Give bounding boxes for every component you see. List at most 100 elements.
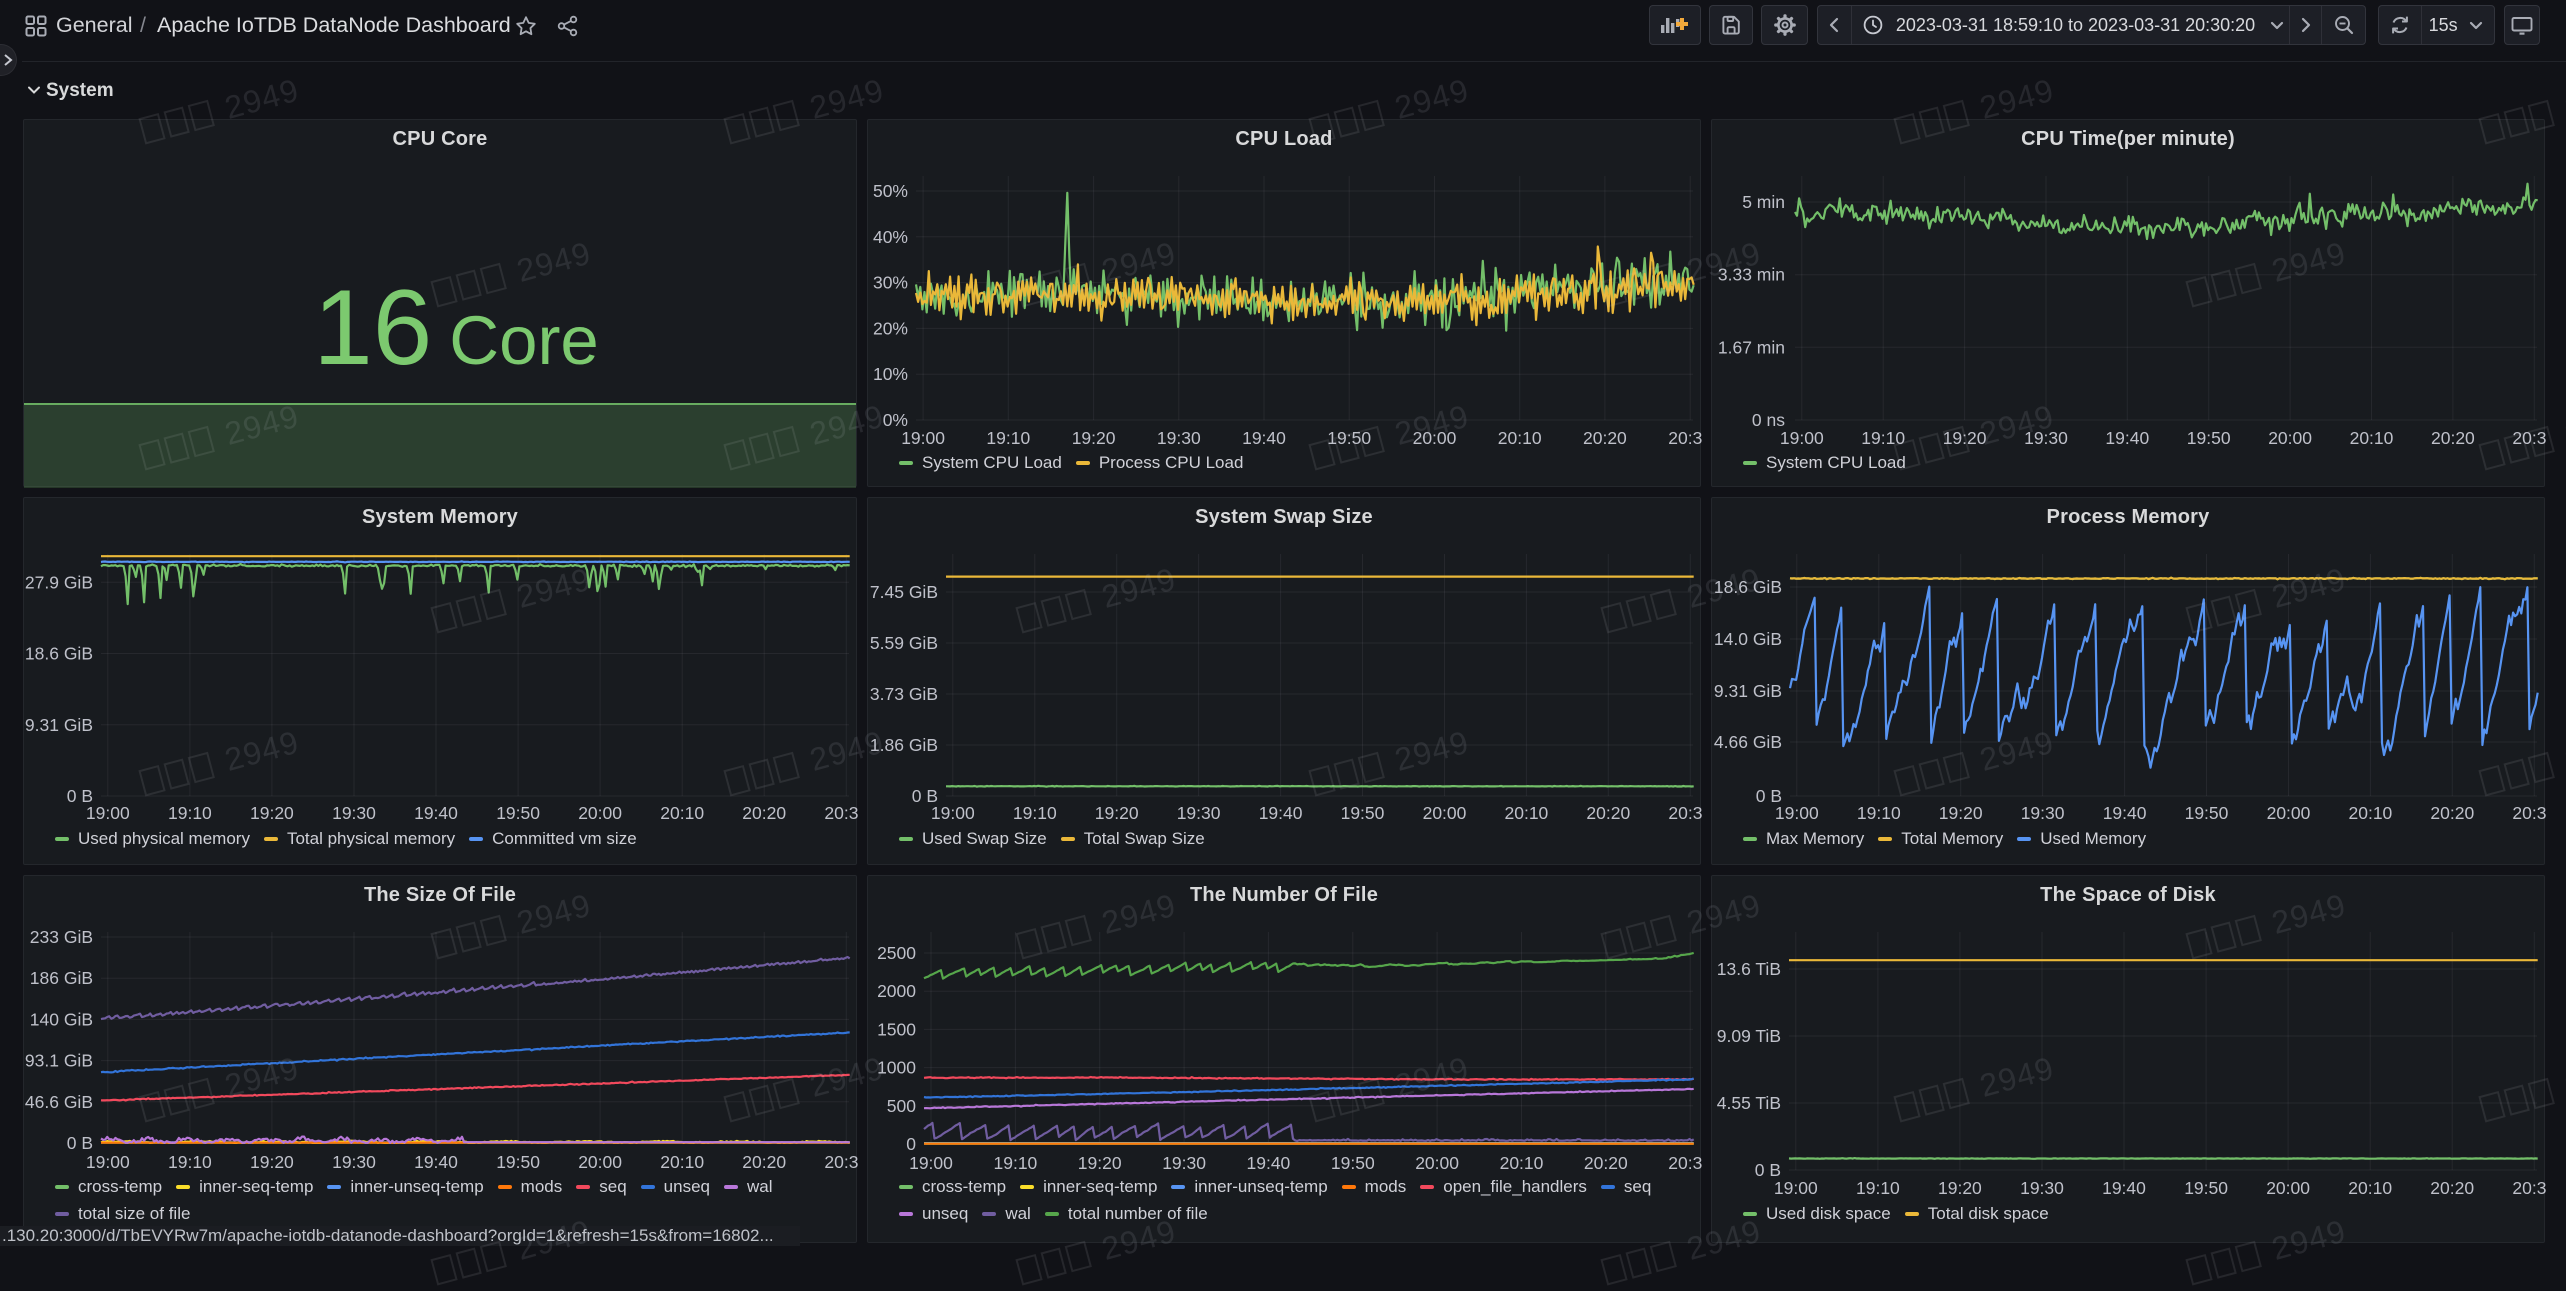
svg-text:19:10: 19:10 xyxy=(986,428,1030,448)
svg-text:19:40: 19:40 xyxy=(414,1152,458,1172)
svg-text:20:00: 20:00 xyxy=(2268,428,2312,448)
svg-text:1500: 1500 xyxy=(877,1019,916,1039)
svg-text:13.6 TiB: 13.6 TiB xyxy=(1717,959,1781,979)
svg-text:19:00: 19:00 xyxy=(931,803,975,823)
svg-text:19:20: 19:20 xyxy=(250,803,294,823)
svg-text:20:20: 20:20 xyxy=(1584,1153,1628,1173)
svg-text:186 GiB: 186 GiB xyxy=(30,968,93,988)
svg-text:19:20: 19:20 xyxy=(1095,803,1139,823)
svg-text:19:30: 19:30 xyxy=(2024,428,2068,448)
svg-text:19:30: 19:30 xyxy=(1157,428,1201,448)
svg-text:20:20: 20:20 xyxy=(742,803,786,823)
svg-text:20:10: 20:10 xyxy=(1505,803,1549,823)
svg-text:19:10: 19:10 xyxy=(168,803,212,823)
svg-text:20:20: 20:20 xyxy=(2430,803,2474,823)
svg-text:19:30: 19:30 xyxy=(332,803,376,823)
svg-text:2000: 2000 xyxy=(877,981,916,1001)
svg-text:20:00: 20:00 xyxy=(2266,1178,2310,1198)
svg-text:19:10: 19:10 xyxy=(1857,803,1901,823)
svg-text:93.1 GiB: 93.1 GiB xyxy=(25,1051,93,1071)
svg-text:20:10: 20:10 xyxy=(2348,1178,2392,1198)
svg-text:19:20: 19:20 xyxy=(1939,803,1983,823)
svg-text:20:10: 20:10 xyxy=(2350,428,2394,448)
svg-text:233 GiB: 233 GiB xyxy=(30,927,93,947)
svg-text:19:50: 19:50 xyxy=(496,803,540,823)
svg-text:19:50: 19:50 xyxy=(496,1152,540,1172)
svg-text:19:40: 19:40 xyxy=(1242,428,1286,448)
svg-text:20:30: 20:30 xyxy=(824,1152,858,1172)
svg-text:500: 500 xyxy=(887,1096,916,1116)
svg-text:14.0 GiB: 14.0 GiB xyxy=(1714,629,1782,649)
svg-text:19:40: 19:40 xyxy=(2103,803,2147,823)
svg-text:19:30: 19:30 xyxy=(2020,1178,2064,1198)
svg-text:5.59 GiB: 5.59 GiB xyxy=(870,633,938,653)
svg-text:20:30: 20:30 xyxy=(824,803,858,823)
svg-text:19:50: 19:50 xyxy=(2185,803,2229,823)
svg-text:18.6 GiB: 18.6 GiB xyxy=(25,644,93,664)
svg-text:20:10: 20:10 xyxy=(660,1152,704,1172)
svg-text:19:00: 19:00 xyxy=(909,1153,953,1173)
svg-text:20:20: 20:20 xyxy=(2430,1178,2474,1198)
svg-text:20:30: 20:30 xyxy=(1668,803,1702,823)
svg-text:9.09 TiB: 9.09 TiB xyxy=(1717,1026,1781,1046)
svg-text:19:20: 19:20 xyxy=(1078,1153,1122,1173)
svg-text:19:20: 19:20 xyxy=(1072,428,1116,448)
svg-text:20:00: 20:00 xyxy=(1413,428,1457,448)
svg-text:7.45 GiB: 7.45 GiB xyxy=(870,582,938,602)
svg-text:20:30: 20:30 xyxy=(1668,1153,1702,1173)
svg-text:19:50: 19:50 xyxy=(2187,428,2231,448)
svg-text:4.55 TiB: 4.55 TiB xyxy=(1717,1093,1781,1113)
svg-text:19:50: 19:50 xyxy=(1331,1153,1375,1173)
svg-text:3.33 min: 3.33 min xyxy=(1718,265,1785,285)
svg-text:46.6 GiB: 46.6 GiB xyxy=(25,1092,93,1112)
svg-text:19:30: 19:30 xyxy=(1177,803,1221,823)
svg-text:20:30: 20:30 xyxy=(1668,428,1702,448)
svg-text:20:20: 20:20 xyxy=(742,1152,786,1172)
svg-text:19:10: 19:10 xyxy=(168,1152,212,1172)
svg-text:19:00: 19:00 xyxy=(1775,803,1819,823)
svg-text:40%: 40% xyxy=(873,227,908,247)
svg-text:18.6 GiB: 18.6 GiB xyxy=(1714,577,1782,597)
svg-text:0: 0 xyxy=(906,1134,916,1154)
svg-text:0%: 0% xyxy=(883,410,908,430)
svg-text:20:10: 20:10 xyxy=(2349,803,2393,823)
svg-text:19:50: 19:50 xyxy=(1341,803,1385,823)
svg-text:10%: 10% xyxy=(873,364,908,384)
svg-text:9.31 GiB: 9.31 GiB xyxy=(1714,681,1782,701)
svg-text:19:00: 19:00 xyxy=(86,803,130,823)
svg-text:19:10: 19:10 xyxy=(1856,1178,1900,1198)
svg-text:20:00: 20:00 xyxy=(1415,1153,1459,1173)
svg-text:20:20: 20:20 xyxy=(1586,803,1630,823)
svg-text:50%: 50% xyxy=(873,181,908,201)
svg-text:19:20: 19:20 xyxy=(1938,1178,1982,1198)
svg-text:4.66 GiB: 4.66 GiB xyxy=(1714,732,1782,752)
svg-text:0 B: 0 B xyxy=(67,1133,93,1153)
svg-text:19:30: 19:30 xyxy=(1162,1153,1206,1173)
svg-text:19:00: 19:00 xyxy=(901,428,945,448)
svg-text:20:30: 20:30 xyxy=(2512,1178,2546,1198)
svg-text:19:10: 19:10 xyxy=(1013,803,1057,823)
svg-text:19:00: 19:00 xyxy=(86,1152,130,1172)
svg-text:20:10: 20:10 xyxy=(660,803,704,823)
svg-text:1000: 1000 xyxy=(877,1058,916,1078)
svg-text:0 ns: 0 ns xyxy=(1752,410,1785,430)
svg-text:140 GiB: 140 GiB xyxy=(30,1009,93,1029)
svg-text:19:40: 19:40 xyxy=(1247,1153,1291,1173)
svg-text:30%: 30% xyxy=(873,273,908,293)
svg-text:20:20: 20:20 xyxy=(2431,428,2475,448)
svg-text:19:40: 19:40 xyxy=(2102,1178,2146,1198)
svg-text:1.67 min: 1.67 min xyxy=(1718,337,1785,357)
svg-text:0 B: 0 B xyxy=(1755,1160,1781,1180)
svg-text:19:00: 19:00 xyxy=(1774,1178,1818,1198)
svg-text:19:10: 19:10 xyxy=(994,1153,1038,1173)
svg-text:19:30: 19:30 xyxy=(2021,803,2065,823)
svg-text:20:10: 20:10 xyxy=(1498,428,1542,448)
svg-text:20:00: 20:00 xyxy=(1423,803,1467,823)
svg-text:20:00: 20:00 xyxy=(578,1152,622,1172)
svg-text:20%: 20% xyxy=(873,318,908,338)
svg-text:20:00: 20:00 xyxy=(2267,803,2311,823)
svg-text:19:20: 19:20 xyxy=(1943,428,1987,448)
svg-text:19:10: 19:10 xyxy=(1861,428,1905,448)
svg-text:27.9 GiB: 27.9 GiB xyxy=(25,572,93,592)
svg-text:9.31 GiB: 9.31 GiB xyxy=(25,715,93,735)
